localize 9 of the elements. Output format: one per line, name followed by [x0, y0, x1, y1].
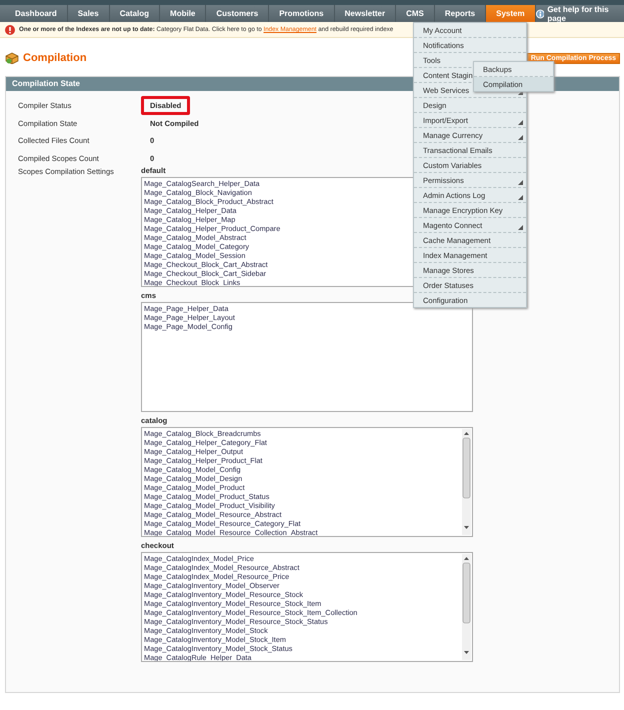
page-title: Compilation — [23, 52, 87, 64]
error-icon — [5, 24, 15, 34]
compilation-icon — [5, 52, 19, 64]
scrollbar[interactable] — [462, 554, 471, 660]
scope-textarea[interactable] — [141, 552, 473, 662]
help-link[interactable]: Get help for this page — [547, 4, 619, 22]
scrollbar[interactable] — [462, 429, 471, 535]
scope-textarea[interactable] — [141, 427, 473, 537]
help-icon — [536, 8, 544, 18]
